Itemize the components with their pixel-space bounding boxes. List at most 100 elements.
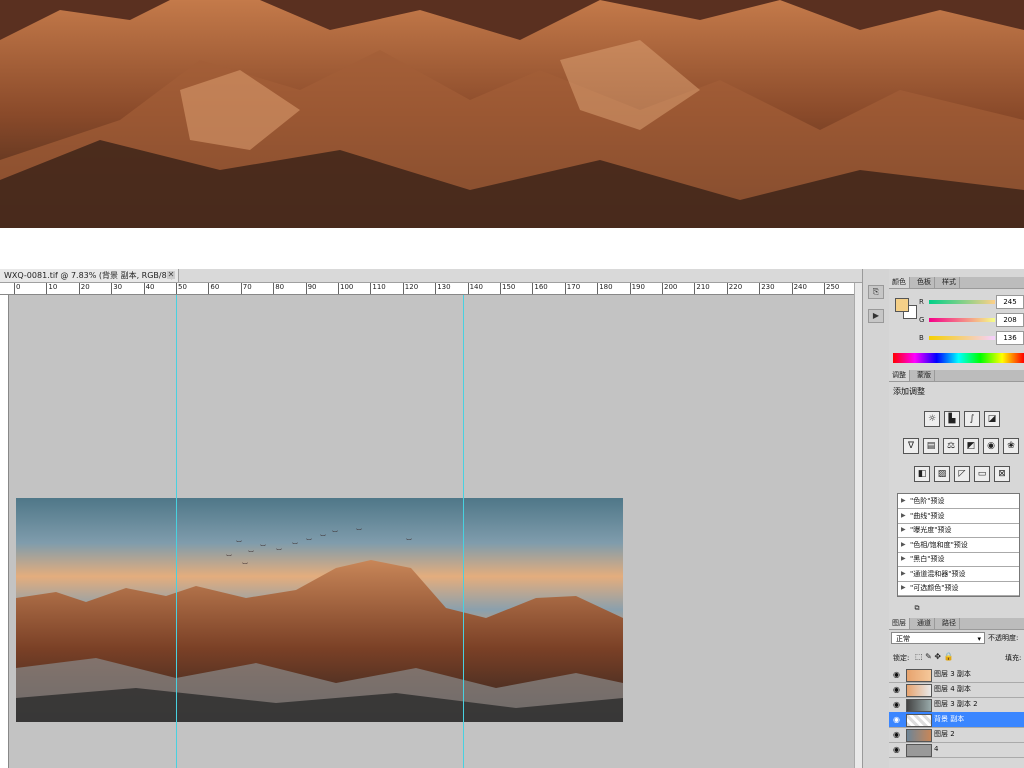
document-tab[interactable]: WXQ-0081.tif @ 7.83% (背景 副本, RGB/8*) (0, 269, 179, 282)
ruler-tick: 80 (273, 283, 285, 294)
ruler-tick: 140 (467, 283, 483, 294)
eye-icon[interactable]: ◉ (891, 744, 902, 755)
expand-triangle-icon[interactable]: ▶ (901, 567, 906, 581)
layer-thumbnail (906, 714, 932, 727)
black-white-icon[interactable]: ◩ (963, 438, 979, 454)
photo-filter-icon[interactable]: ◉ (983, 438, 999, 454)
hue-saturation-icon[interactable]: ▤ (923, 438, 939, 454)
channel-r-slider[interactable] (929, 300, 995, 304)
expand-triangle-icon[interactable]: ▶ (901, 581, 906, 595)
lock-icons[interactable]: ⬚ ✎ ✥ 🔒 (915, 652, 954, 661)
ruler-tick: 160 (532, 283, 548, 294)
layer-name: 背景 副本 (934, 715, 965, 723)
close-icon[interactable]: ✕ (167, 271, 175, 279)
layer-row[interactable]: ◉ 图层 4 副本 (889, 682, 1024, 698)
curves-icon[interactable]: ∫ (964, 411, 980, 427)
ruler-tick: 150 (499, 283, 516, 294)
tab-adjustments[interactable]: 调整 (889, 370, 910, 381)
ruler-tick: 170 (564, 283, 581, 294)
color-balance-icon[interactable]: ⚖ (943, 438, 959, 454)
layer-row[interactable]: ◉ 图层 3 副本 (889, 667, 1024, 683)
fill-label: 填充: (1005, 654, 1022, 662)
eye-icon[interactable]: ◉ (891, 714, 902, 725)
guide-line[interactable] (463, 295, 464, 768)
expand-triangle-icon[interactable]: ▶ (901, 552, 906, 566)
exposure-icon[interactable]: ◪ (984, 411, 1000, 427)
actions-play-icon[interactable]: ▶ (868, 309, 884, 323)
channel-g-value[interactable]: 208 (996, 313, 1024, 327)
layer-thumbnail (906, 684, 932, 697)
channel-r-label: R (919, 298, 924, 306)
svg-text:︶: ︶ (260, 544, 266, 552)
rock-photo (0, 0, 1024, 228)
channel-b-value[interactable]: 136 (996, 331, 1024, 345)
tab-paths[interactable]: 路径 (939, 618, 960, 629)
ruler-tick: 40 (143, 283, 155, 294)
foreground-color-swatch[interactable] (895, 298, 909, 312)
color-spectrum-bar[interactable] (893, 353, 1024, 363)
adjustment-presets-list: ▶ "色阶"预设 ▶ "曲线"预设 ▶ "曝光度"预设 ▶ "色相/饱和度"预设 ▶ "黑白"预设… (897, 493, 1020, 597)
layer-row[interactable]: ◉ 图层 2 (889, 727, 1024, 743)
eye-icon[interactable]: ◉ (891, 669, 902, 680)
history-icon[interactable]: ⎘ (868, 285, 884, 299)
svg-text:︶: ︶ (248, 550, 254, 558)
expand-triangle-icon[interactable]: ▶ (901, 494, 906, 508)
threshold-icon[interactable]: ◸ (954, 466, 970, 482)
selective-color-icon[interactable]: ⊠ (994, 466, 1010, 482)
preset-item[interactable]: ▶ "可选颜色"预设 (898, 581, 1019, 596)
eye-icon[interactable]: ◉ (891, 684, 902, 695)
tab-styles[interactable]: 样式 (939, 277, 960, 288)
clip-layer-icon[interactable]: ⧉ (911, 603, 923, 613)
layer-row[interactable]: ◉ 图层 3 副本 2 (889, 697, 1024, 713)
ruler-tick: 100 (337, 283, 354, 294)
opacity-label: 不透明度: (988, 634, 1019, 642)
brightness-icon[interactable]: ☼ (924, 411, 940, 427)
preset-item[interactable]: ▶ "曝光度"预设 (898, 523, 1019, 538)
expand-triangle-icon[interactable]: ▶ (901, 538, 906, 552)
layer-row[interactable]: ◉ 背景 副本 (889, 712, 1024, 728)
eye-icon[interactable]: ◉ (891, 729, 902, 740)
svg-text:︶: ︶ (236, 540, 242, 548)
ruler-tick: 0 (13, 283, 21, 294)
vibrance-icon[interactable]: ∇ (903, 438, 919, 454)
layer-row[interactable]: ◉ 4 (889, 742, 1024, 758)
document-image[interactable]: ︶ ︶ ︶ ︶ ︶ ︶ ︶ ︶ ︶ ︶ ︶ ︶ (16, 498, 623, 722)
tab-masks[interactable]: 蒙版 (914, 370, 935, 381)
channel-g-slider[interactable] (929, 318, 995, 322)
preset-label: "曝光度"预设 (910, 526, 952, 534)
ruler-tick: 240 (791, 283, 807, 294)
expand-triangle-icon[interactable]: ▶ (901, 523, 906, 537)
blend-mode-select[interactable]: 正常 ▾ (891, 632, 985, 644)
expand-triangle-icon[interactable]: ▶ (901, 509, 906, 523)
ruler-tick: 50 (176, 283, 187, 294)
channel-mixer-icon[interactable]: ❀ (1003, 438, 1019, 454)
tab-layers[interactable]: 图层 (889, 618, 910, 629)
channel-r-value[interactable]: 245 (996, 295, 1024, 309)
lock-label: 锁定: (893, 654, 910, 662)
channel-b-slider[interactable] (929, 336, 995, 340)
tab-channels[interactable]: 通道 (914, 618, 935, 629)
levels-icon[interactable]: ▙ (944, 411, 960, 427)
preset-item[interactable]: ▶ "通道混和器"预设 (898, 567, 1019, 582)
preset-item[interactable]: ▶ "色相/饱和度"预设 (898, 538, 1019, 553)
invert-icon[interactable]: ◧ (914, 466, 930, 482)
svg-text:︶: ︶ (306, 538, 312, 546)
preset-item[interactable]: ▶ "曲线"预设 (898, 509, 1019, 524)
preset-item[interactable]: ▶ "黑白"预设 (898, 552, 1019, 567)
channel-b-label: B (919, 334, 924, 342)
vertical-ruler (0, 295, 9, 768)
svg-text:︶: ︶ (276, 548, 282, 556)
guide-line[interactable] (176, 295, 177, 768)
eye-icon[interactable]: ◉ (891, 699, 902, 710)
posterize-icon[interactable]: ▨ (934, 466, 950, 482)
channel-g-label: G (919, 316, 925, 324)
layer-list: ◉ 图层 3 副本 ◉ 图层 4 副本 ◉ 图层 3 副本 2 ◉ 背景 副本 ◉ 图层 2 ◉ 4 (889, 667, 1024, 768)
tab-swatches[interactable]: 色板 (914, 277, 935, 288)
top-photo (0, 0, 1024, 228)
preset-item[interactable]: ▶ "色阶"预设 (898, 494, 1019, 509)
gradient-map-icon[interactable]: ▭ (974, 466, 990, 482)
color-panel-tabs: 颜色 色板 样式 (889, 277, 1024, 289)
tab-color[interactable]: 颜色 (889, 277, 910, 288)
preset-label: "可选颜色"预设 (910, 584, 959, 592)
ruler-tick: 30 (111, 283, 123, 294)
